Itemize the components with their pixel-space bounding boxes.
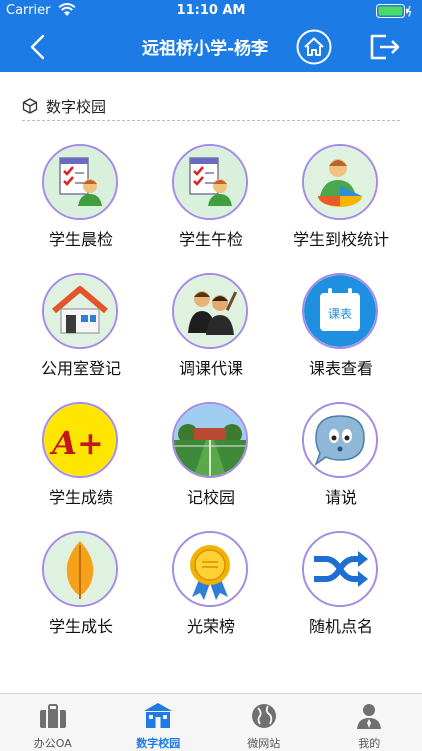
tile-noon-check[interactable]: 学生午检 (146, 142, 276, 271)
tab-label: 我的 (317, 735, 422, 751)
feature-grid: 学生晨检 学生午检 (16, 142, 406, 642)
calendar-badge-text: 课表 (328, 307, 352, 321)
checklist-person-icon (44, 146, 116, 218)
checklist-person-icon (174, 146, 246, 218)
tile-icon-circle (172, 144, 248, 220)
teachers-icon (174, 275, 246, 347)
tile-icon-circle (302, 144, 378, 220)
briefcase-icon (38, 702, 68, 730)
tile-honor-roll[interactable]: 光荣榜 (146, 529, 276, 658)
tile-label: 公用室登记 (16, 355, 146, 379)
tile-label: 学生晨检 (16, 226, 146, 250)
globe-icon (249, 702, 279, 730)
nav-bar: 远祖桥小学-杨李 (0, 22, 422, 72)
tile-label: 光荣榜 (146, 613, 276, 637)
tab-digital-campus[interactable]: 数字校园 (106, 694, 212, 751)
school-icon (143, 702, 173, 730)
tile-icon-circle (172, 273, 248, 349)
house-icon (44, 275, 116, 347)
tile-label: 学生成长 (16, 613, 146, 637)
tile-grades[interactable]: A+ 学生成绩 (16, 400, 146, 529)
medal-icon (174, 533, 246, 605)
tile-label: 课表查看 (276, 355, 406, 379)
tab-office-oa[interactable]: 办公OA (0, 694, 106, 751)
back-icon[interactable] (26, 34, 50, 60)
status-bar: Carrier 11:10 AM (0, 0, 422, 22)
person-chart-icon (304, 146, 376, 218)
tile-icon-circle (172, 402, 248, 478)
tile-morning-check[interactable]: 学生晨检 (16, 142, 146, 271)
tile-label: 学生午检 (146, 226, 276, 250)
tile-class-swap[interactable]: 调课代课 (146, 271, 276, 400)
logout-icon[interactable] (368, 32, 402, 62)
tab-mine[interactable]: 我的 (317, 694, 422, 751)
tab-label: 数字校园 (106, 735, 212, 751)
tile-icon-circle (42, 273, 118, 349)
tile-arrival-stats[interactable]: 学生到校统计 (276, 142, 406, 271)
tile-label: 学生成绩 (16, 484, 146, 508)
campus-photo-icon (174, 404, 246, 476)
tile-campus-record[interactable]: 记校园 (146, 400, 276, 529)
shuffle-icon (304, 533, 376, 605)
tile-speak[interactable]: 请说 (276, 400, 406, 529)
page-title: 远祖桥小学-杨李 (120, 34, 290, 59)
tile-icon-circle (302, 402, 378, 478)
tile-icon-circle: A+ (42, 402, 118, 478)
tile-timetable[interactable]: 课表 课表查看 (276, 271, 406, 400)
speech-bubble-icon (304, 404, 376, 476)
grade-a-plus-icon: A+ (44, 404, 116, 476)
tile-label: 随机点名 (276, 613, 406, 637)
tile-icon-circle (42, 144, 118, 220)
tile-growth[interactable]: 学生成长 (16, 529, 146, 658)
clock-label: 11:10 AM (0, 3, 422, 18)
tab-bar: 办公OA 数字校园 微网站 我的 (0, 693, 422, 751)
grade-text: A+ (49, 424, 104, 462)
tile-icon-circle (172, 531, 248, 607)
home-icon[interactable] (296, 29, 332, 65)
tile-icon-circle: 课表 (302, 273, 378, 349)
calendar-icon: 课表 (304, 275, 376, 347)
tile-room-register[interactable]: 公用室登记 (16, 271, 146, 400)
tile-icon-circle (42, 531, 118, 607)
tile-label: 记校园 (146, 484, 276, 508)
leaf-icon (44, 533, 116, 605)
tile-random-call[interactable]: 随机点名 (276, 529, 406, 658)
tile-label: 学生到校统计 (276, 226, 406, 250)
tile-label: 调课代课 (146, 355, 276, 379)
battery-icon (376, 4, 412, 18)
tab-label: 办公OA (0, 735, 106, 751)
cube-icon (22, 98, 38, 114)
tab-label: 微网站 (211, 735, 317, 751)
tile-label: 请说 (276, 484, 406, 508)
section-title: 数字校园 (46, 96, 106, 117)
tab-micro-site[interactable]: 微网站 (211, 694, 317, 751)
user-icon (354, 702, 384, 730)
tile-icon-circle (302, 531, 378, 607)
section-header: 数字校园 (22, 94, 400, 121)
